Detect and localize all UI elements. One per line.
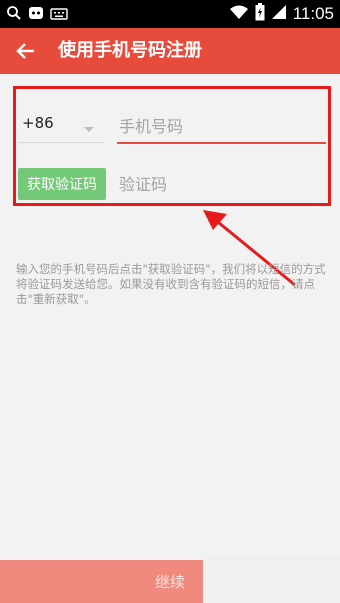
signal-icon [271,4,287,24]
arrow-left-icon[interactable] [13,38,39,64]
search-icon [6,5,22,25]
corner-overlay [203,556,340,603]
status-bar: 11:05 [0,0,340,28]
wifi-icon [229,4,249,24]
keyboard-icon [50,6,68,25]
status-time: 11:05 [292,4,334,23]
highlight-box [13,86,331,206]
app-bar: 使用手机号码注册 [0,28,340,74]
page-title: 使用手机号码注册 [58,40,202,61]
battery-charging-icon [255,3,265,25]
app-notification-icon [28,5,44,25]
sms-info-text: 输入您的手机号码后点击"获取验证码"，我们将以短信的方式将验证码发送给您。如果没… [16,262,326,306]
